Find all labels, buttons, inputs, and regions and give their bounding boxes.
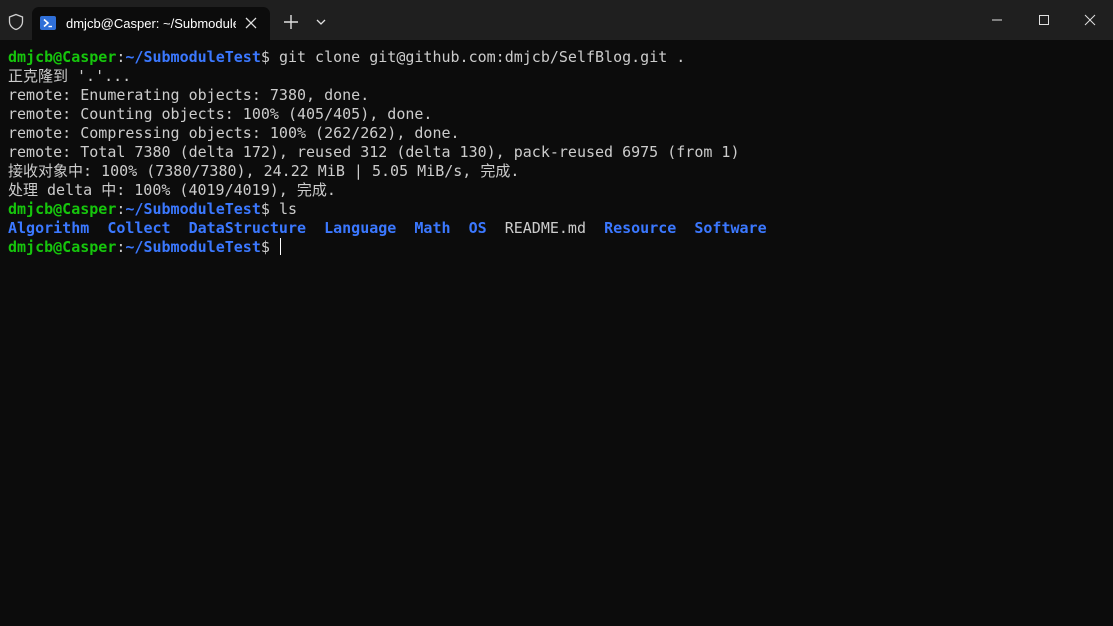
command-text: ls: [278, 200, 297, 218]
maximize-icon: [1039, 15, 1049, 25]
output-line: remote: Counting objects: 100% (405/405)…: [8, 105, 433, 123]
plus-icon[interactable]: [283, 14, 299, 30]
ls-entry-directory: DataStructure: [188, 219, 307, 237]
prompt-path: ~/SubmoduleTest: [125, 238, 261, 256]
tab-terminal[interactable]: dmjcb@Casper: ~/Submodule: [32, 7, 270, 40]
terminal-output[interactable]: dmjcb@Casper:~/SubmoduleTest$ git clone …: [8, 48, 1103, 257]
output-line: remote: Compressing objects: 100% (262/2…: [8, 124, 460, 142]
ls-entry-file: README.md: [504, 219, 586, 237]
output-line: remote: Enumerating objects: 7380, done.: [8, 86, 370, 104]
ls-entry-directory: Math: [414, 219, 451, 237]
text-cursor[interactable]: [279, 238, 281, 255]
prompt-dollar: $: [260, 200, 279, 218]
prompt-user-host: dmjcb@Casper: [8, 48, 117, 66]
shield-icon: [8, 13, 24, 31]
prompt-dollar: $: [260, 48, 279, 66]
prompt-path: ~/SubmoduleTest: [125, 48, 261, 66]
ls-entry-directory: Resource: [604, 219, 677, 237]
prompt-dollar: $: [260, 238, 279, 256]
output-line: 正克隆到 '.'...: [8, 67, 132, 85]
prompt-user-host: dmjcb@Casper: [8, 238, 117, 256]
ls-entry-directory: Software: [694, 219, 767, 237]
maximize-button[interactable]: [1021, 0, 1067, 40]
output-line: 接收对象中: 100% (7380/7380), 24.22 MiB | 5.0…: [8, 162, 520, 180]
command-line-ls: dmjcb@Casper:~/SubmoduleTest$ ls: [8, 200, 1103, 219]
terminal-window: dmjcb@Casper: ~/Submodule dmjcb@Casper:~…: [0, 0, 1113, 626]
ls-entry-directory: Algorithm: [8, 219, 90, 237]
command-line-current: dmjcb@Casper:~/SubmoduleTest$: [8, 238, 1103, 257]
close-window-button[interactable]: [1067, 0, 1113, 40]
output-line: remote: Total 7380 (delta 172), reused 3…: [8, 143, 740, 161]
title-bar: dmjcb@Casper: ~/Submodule: [0, 0, 1113, 40]
powershell-icon: [40, 16, 56, 30]
ls-output: Algorithm Collect DataStructure Language…: [8, 219, 1103, 238]
ls-entry-directory: Language: [324, 219, 397, 237]
close-icon[interactable]: [244, 16, 258, 30]
prompt-user-host: dmjcb@Casper: [8, 200, 117, 218]
ls-entry-directory: OS: [468, 219, 487, 237]
minimize-icon: [992, 19, 1002, 21]
command-line-clone: dmjcb@Casper:~/SubmoduleTest$ git clone …: [8, 48, 1103, 67]
command-text: git clone git@github.com:dmjcb/SelfBlog.…: [278, 48, 686, 66]
close-icon: [1084, 14, 1096, 26]
minimize-button[interactable]: [974, 0, 1020, 40]
tab-title: dmjcb@Casper: ~/Submodule: [66, 16, 236, 31]
chevron-down-icon[interactable]: [315, 17, 327, 27]
prompt-path: ~/SubmoduleTest: [125, 200, 261, 218]
ls-entry-directory: Collect: [107, 219, 171, 237]
output-line: 处理 delta 中: 100% (4019/4019), 完成.: [8, 181, 336, 199]
